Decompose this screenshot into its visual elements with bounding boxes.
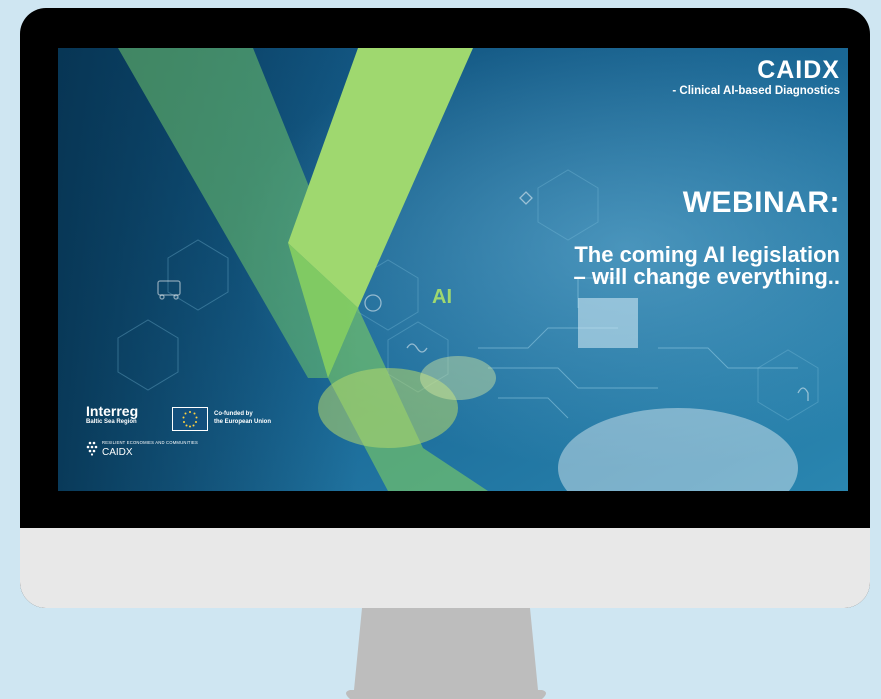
webinar-heading: WEBINAR:: [682, 186, 840, 219]
caidx-dots-icon: [86, 441, 98, 456]
brand-subtitle: - Clinical AI-based Diagnostics: [672, 85, 840, 97]
page-background: CAIDX - Clinical AI-based Diagnostics WE…: [0, 0, 881, 699]
ai-tag: AI: [432, 286, 452, 308]
monitor-stand: [346, 608, 546, 699]
monitor-chin: [20, 528, 870, 608]
monitor-screen: CAIDX - Clinical AI-based Diagnostics WE…: [58, 48, 848, 491]
eu-cofunded-text: Co-funded by the European Union: [214, 410, 294, 426]
caidx-logo-name: CAIDX: [102, 447, 133, 458]
brand-title: CAIDX: [757, 56, 840, 84]
eu-flag-icon: [172, 407, 208, 431]
eu-line-2: the European Union: [214, 419, 271, 425]
eu-line-1: Co-funded by: [214, 411, 253, 417]
headline-line-1: The coming AI legislation: [574, 242, 840, 267]
webinar-headline: The coming AI legislation – will change …: [400, 244, 840, 288]
monitor: CAIDX - Clinical AI-based Diagnostics WE…: [20, 8, 870, 608]
headline-line-2: – will change everything..: [573, 264, 840, 289]
caidx-tagline: RESILIENT ECONOMIES AND COMMUNITIES: [102, 440, 199, 445]
